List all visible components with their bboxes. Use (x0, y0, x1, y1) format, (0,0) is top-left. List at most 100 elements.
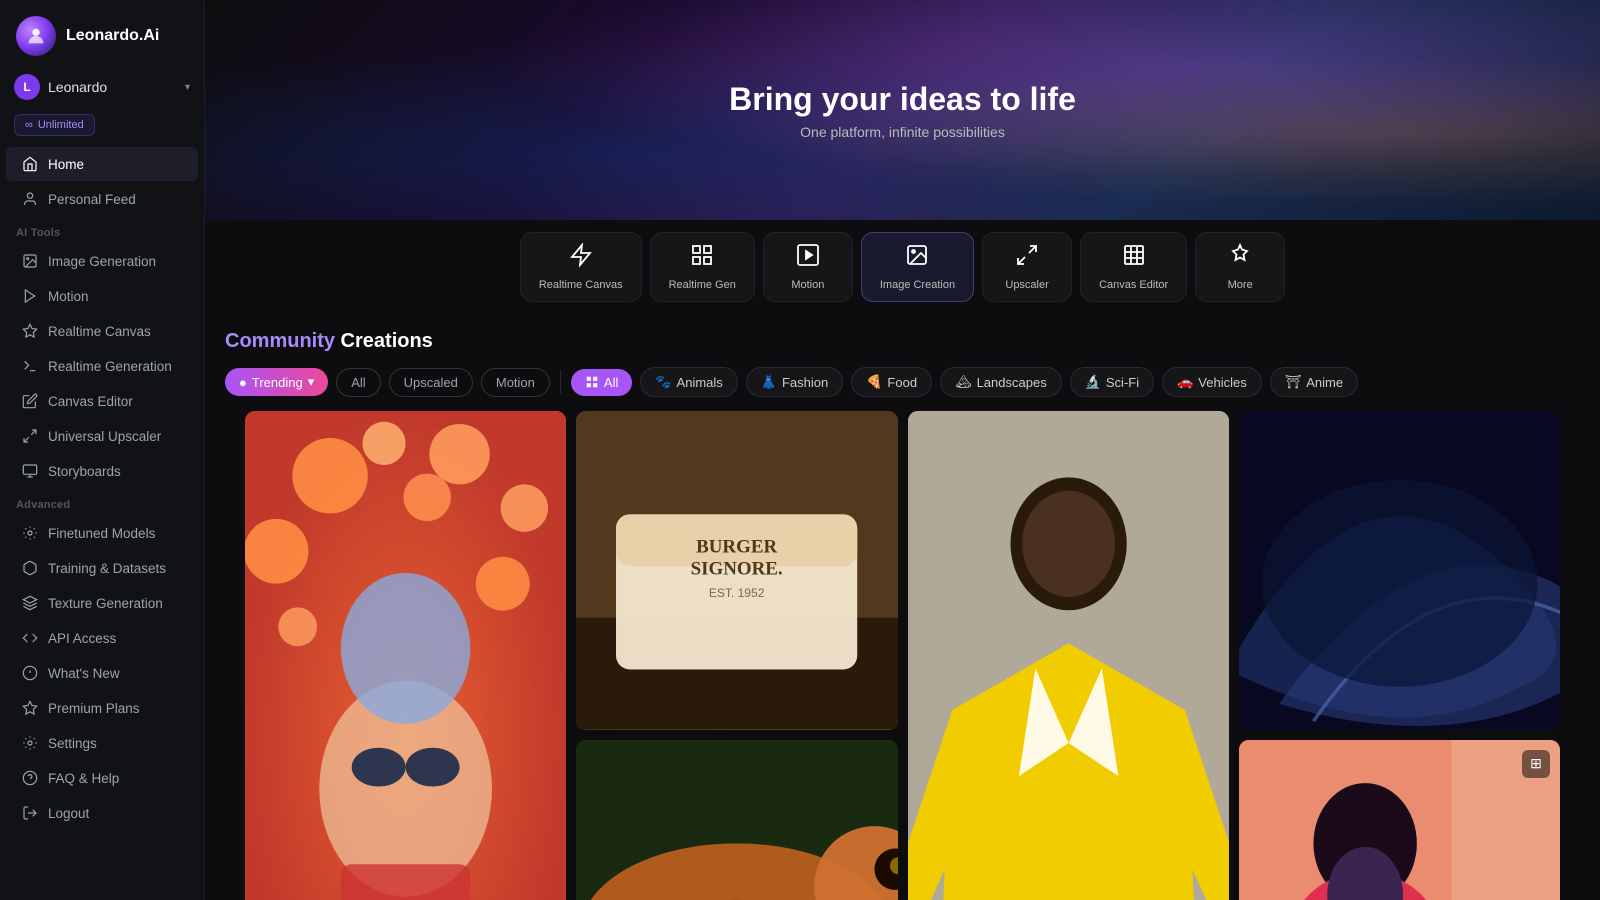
sidebar-item-faq[interactable]: FAQ & Help (6, 761, 198, 795)
filter-tag-vehicles[interactable]: 🚗 Vehicles (1162, 367, 1262, 397)
sidebar-item-personal-feed[interactable]: Personal Feed (6, 182, 198, 216)
api-icon (22, 630, 38, 646)
user-menu[interactable]: L Leonardo ▾ (0, 68, 204, 110)
sidebar-item-api-access[interactable]: API Access (6, 621, 198, 655)
sidebar-item-realtime-canvas[interactable]: Realtime Canvas (6, 314, 198, 348)
advanced-section-label: Advanced (0, 489, 204, 515)
image-creation-label: Image Creation (880, 279, 955, 291)
username: Leonardo (48, 79, 177, 95)
tool-upscaler[interactable]: Upscaler (982, 232, 1072, 302)
tool-more[interactable]: More (1195, 232, 1285, 302)
sidebar-item-motion[interactable]: Motion (6, 279, 198, 313)
canvas-editor-icon (22, 393, 38, 409)
filter-divider (560, 370, 561, 394)
filter-all-left[interactable]: All (336, 368, 380, 397)
sidebar-item-storyboards[interactable]: Storyboards (6, 454, 198, 488)
sidebar-item-premium[interactable]: Premium Plans (6, 691, 198, 725)
tool-realtime-gen[interactable]: Realtime Gen (650, 232, 755, 302)
filter-tag-anime[interactable]: ⛩ Anime (1270, 367, 1358, 397)
motion-label: Motion (791, 279, 824, 291)
sidebar-item-texture-generation[interactable]: Texture Generation (6, 586, 198, 620)
texture-gen-icon (22, 595, 38, 611)
svg-text:EST. 1952: EST. 1952 (709, 586, 765, 600)
sidebar-item-settings[interactable]: Settings (6, 726, 198, 760)
scifi-icon: 🔬 (1085, 374, 1101, 390)
filter-tag-fashion[interactable]: 👗 Fashion (746, 367, 843, 397)
hero-section: Bring your ideas to life One platform, i… (205, 0, 1600, 220)
tool-canvas-editor[interactable]: Canvas Editor (1080, 232, 1187, 302)
realtime-canvas-icon (22, 323, 38, 339)
image-gen-icon (22, 253, 38, 269)
storyboards-icon (22, 463, 38, 479)
sidebar-item-training[interactable]: Training & Datasets (6, 551, 198, 585)
sidebar-item-upscaler[interactable]: Universal Upscaler (6, 419, 198, 453)
tool-realtime-canvas[interactable]: Realtime Canvas (520, 232, 642, 302)
filter-tag-landscapes[interactable]: 🏔 Landscapes (940, 367, 1062, 397)
whats-new-icon (22, 665, 38, 681)
logout-icon (22, 805, 38, 821)
chevron-down-icon: ▾ (185, 82, 190, 93)
filter-all-right[interactable]: All (571, 369, 632, 396)
realtime-gen-icon (22, 358, 38, 374)
training-icon (22, 560, 38, 576)
finetuned-models-icon (22, 525, 38, 541)
app-logo[interactable]: Leonardo.Ai (0, 0, 204, 68)
image-card-1[interactable] (245, 411, 566, 900)
sidebar-item-image-generation[interactable]: Image Generation (6, 244, 198, 278)
image-card-4[interactable] (1239, 411, 1560, 730)
filter-row-1: ● Trending ▾ All Upscaled Motion All 🐾 A… (225, 367, 1580, 397)
hero-subtitle: One platform, infinite possibilities (800, 124, 1005, 140)
sidebar-item-home[interactable]: Home (6, 147, 198, 181)
filter-tag-food[interactable]: 🍕 Food (851, 367, 932, 397)
personal-feed-icon (22, 191, 38, 207)
motion-icon (22, 288, 38, 304)
realtime-canvas-label: Realtime Canvas (539, 279, 623, 291)
more-label: More (1228, 279, 1253, 291)
sidebar: Leonardo.Ai L Leonardo ▾ ∞ Unlimited Hom… (0, 0, 205, 900)
sidebar-item-whats-new[interactable]: What's New (6, 656, 198, 690)
food-icon: 🍕 (866, 374, 882, 390)
sidebar-item-finetuned-models[interactable]: Finetuned Models (6, 516, 198, 550)
filter-motion[interactable]: Motion (481, 368, 550, 397)
svg-text:BURGER: BURGER (696, 536, 777, 557)
settings-icon (22, 735, 38, 751)
tool-navigation: Realtime Canvas Realtime Gen Motion (205, 220, 1600, 314)
svg-text:SIGNORE.: SIGNORE. (691, 559, 783, 580)
landscapes-icon: 🏔 (955, 374, 972, 390)
filter-tag-scifi[interactable]: 🔬 Sci-Fi (1070, 367, 1154, 397)
faq-icon (22, 770, 38, 786)
sidebar-item-realtime-generation[interactable]: Realtime Generation (6, 349, 198, 383)
badge-icon: ∞ (25, 119, 33, 131)
community-title: Community Creations (225, 330, 1580, 353)
avatar: L (14, 74, 40, 100)
filter-upscaled[interactable]: Upscaled (389, 368, 473, 397)
vehicles-icon: 🚗 (1177, 374, 1193, 390)
logo-icon (16, 16, 56, 56)
tool-image-creation[interactable]: Image Creation (861, 232, 974, 302)
hero-title: Bring your ideas to life (729, 81, 1076, 118)
anime-icon: ⛩ (1285, 374, 1302, 390)
app-name: Leonardo.Ai (66, 27, 159, 45)
grid-view-icon[interactable]: ⊞ (1522, 750, 1550, 778)
canvas-editor-tool-icon (1122, 243, 1146, 273)
plan-badge: ∞ Unlimited (14, 114, 95, 136)
upscaler-label: Upscaler (1005, 279, 1048, 291)
image-card-6[interactable]: ⊞ (1239, 740, 1560, 900)
upscaler-icon (22, 428, 38, 444)
main-content: Bring your ideas to life One platform, i… (205, 0, 1600, 900)
trending-filter[interactable]: ● Trending ▾ (225, 368, 328, 396)
more-tool-icon (1228, 243, 1252, 273)
realtime-gen-label: Realtime Gen (669, 279, 736, 291)
image-card-3[interactable]: ▶ (908, 411, 1229, 900)
canvas-editor-label: Canvas Editor (1099, 279, 1168, 291)
sidebar-item-logout[interactable]: Logout (6, 796, 198, 830)
tool-motion[interactable]: Motion (763, 232, 853, 302)
motion-tool-icon (796, 243, 820, 273)
image-card-2[interactable]: BURGER SIGNORE. EST. 1952 (576, 411, 897, 730)
sidebar-item-canvas-editor[interactable]: Canvas Editor (6, 384, 198, 418)
home-icon (22, 156, 38, 172)
filter-tag-animals[interactable]: 🐾 Animals (640, 367, 737, 397)
upscaler-tool-icon (1015, 243, 1039, 273)
image-card-5[interactable] (576, 740, 897, 900)
premium-icon (22, 700, 38, 716)
